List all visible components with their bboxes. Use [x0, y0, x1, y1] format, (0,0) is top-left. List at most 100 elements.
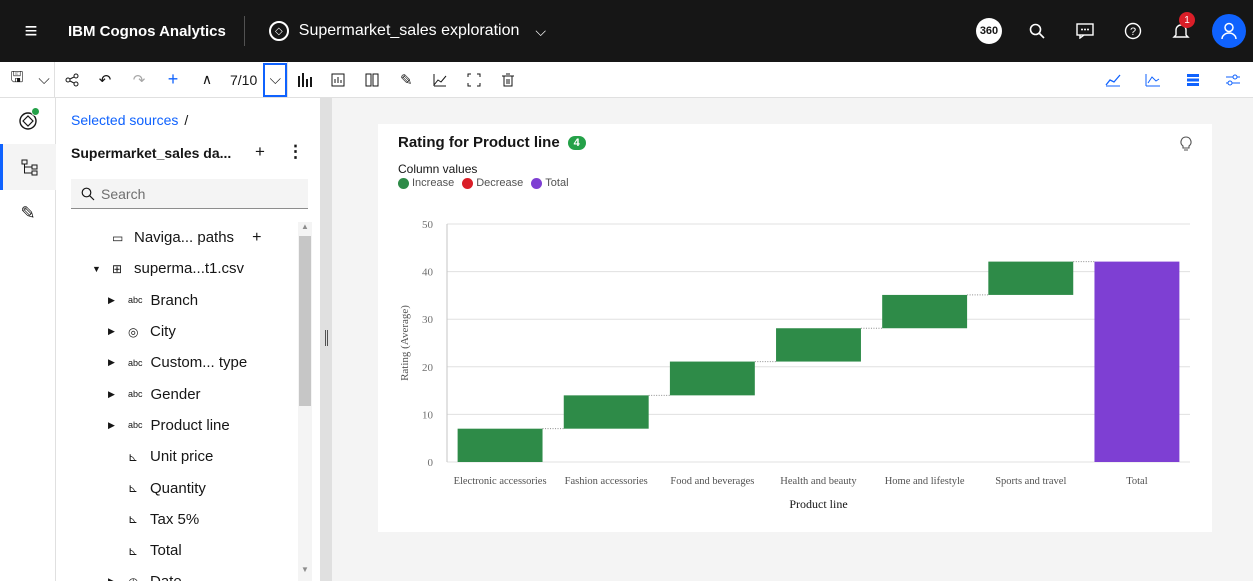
- save-icon[interactable]: 🖫: [0, 62, 34, 98]
- fields-icon[interactable]: [321, 62, 355, 98]
- search-icon[interactable]: [1013, 0, 1061, 62]
- text-field-icon: abc: [128, 389, 143, 400]
- visualization-type-icon[interactable]: [287, 61, 321, 98]
- tree-item-label: Branch: [150, 291, 199, 309]
- tree-scrollbar[interactable]: ▲ ▼: [298, 222, 312, 581]
- tree-item[interactable]: ▶ abc Branch: [56, 285, 298, 316]
- tree-item-label: Naviga... paths: [134, 229, 235, 247]
- tree-item[interactable]: ▭ Naviga... paths +: [56, 222, 298, 253]
- caret-down-icon[interactable]: ▼: [92, 264, 102, 274]
- text-field-icon: abc: [128, 295, 143, 306]
- main-toolbar: 🖫 ⌵ ↶ ↷ + ∧ 7/10 ⌵ ✎: [0, 61, 1253, 98]
- user-menu[interactable]: [1205, 0, 1253, 62]
- add-card-icon[interactable]: +: [156, 62, 190, 98]
- add-source-icon[interactable]: +: [255, 142, 265, 162]
- insights-icon[interactable]: [1093, 62, 1133, 98]
- tree-item[interactable]: ▶ ◎ City: [56, 316, 298, 347]
- help-icon[interactable]: ?: [1109, 0, 1157, 62]
- tree-item[interactable]: ⊾ Quantity: [56, 472, 298, 503]
- increase-bar[interactable]: [563, 395, 649, 429]
- visualization-card[interactable]: Rating for Product line 4 Column values …: [378, 124, 1212, 532]
- card-page-indicator: 7/10: [230, 71, 258, 88]
- pin-icon[interactable]: ✎: [389, 62, 423, 98]
- x-tick-label: Home and lifestyle: [885, 476, 965, 487]
- card-list-chevron-icon[interactable]: ⌵: [263, 62, 288, 97]
- tree-item-label: City: [150, 323, 176, 341]
- search-input[interactable]: [101, 185, 291, 202]
- x-tick-label: Sports and travel: [995, 476, 1066, 487]
- save-menu-chevron-icon[interactable]: ⌵: [34, 62, 54, 98]
- total-bar[interactable]: [1094, 261, 1180, 462]
- data-tree-icon[interactable]: [0, 144, 56, 190]
- pins-icon[interactable]: ✎: [0, 190, 56, 236]
- tree-item[interactable]: ⊾ Total: [56, 535, 298, 566]
- tree-item[interactable]: ▶ abc Gender: [56, 378, 298, 409]
- x-axis-title: Product line: [789, 497, 847, 511]
- breadcrumb-separator: /: [184, 112, 189, 128]
- scrollbar-thumb[interactable]: [299, 236, 311, 406]
- y-tick-label: 30: [422, 314, 434, 326]
- breadcrumb-selected-sources[interactable]: Selected sources: [71, 112, 178, 128]
- increase-bar[interactable]: [988, 261, 1074, 295]
- measure-icon: ⊾: [128, 512, 139, 527]
- delete-icon[interactable]: [491, 62, 525, 98]
- tree-item[interactable]: ⊾ Tax 5%: [56, 504, 298, 535]
- scroll-down-icon[interactable]: ▼: [298, 565, 312, 577]
- y-tick-label: 0: [428, 457, 434, 469]
- splitter-grip-icon[interactable]: [325, 330, 328, 346]
- breadcrumb: Selected sources /: [71, 112, 188, 128]
- tree-item[interactable]: ▶ abc Custom... type: [56, 347, 298, 378]
- compare-icon[interactable]: [355, 62, 389, 98]
- tree-item-label: Tax 5%: [150, 510, 200, 528]
- notifications-bell-icon[interactable]: 1: [1157, 0, 1205, 62]
- tree-item[interactable]: ▶ abc Product line: [56, 410, 298, 441]
- caret-right-icon[interactable]: ▶: [108, 357, 118, 368]
- increase-bar[interactable]: [669, 361, 755, 396]
- caret-right-icon[interactable]: ▶: [108, 295, 118, 306]
- 360-button[interactable]: 360: [965, 0, 1013, 62]
- tree-item[interactable]: ▶ ◷ Date: [56, 566, 298, 581]
- x-tick-label: Total: [1126, 476, 1148, 487]
- undo-icon[interactable]: ↶: [88, 62, 122, 98]
- svg-text:?: ?: [1130, 26, 1136, 38]
- document-switcher[interactable]: ◇ Supermarket_sales exploration ⌵: [245, 21, 546, 41]
- search-icon: [81, 187, 95, 200]
- notifications-badge: 1: [1179, 12, 1195, 28]
- measure-icon: ⊾: [128, 543, 139, 558]
- tree-item[interactable]: ▼ ⊞ superma...t1.csv: [56, 253, 298, 284]
- caret-right-icon[interactable]: ▶: [108, 389, 118, 400]
- exploration-icon: ◇: [268, 21, 289, 41]
- increase-bar[interactable]: [457, 428, 543, 462]
- data-sources-icon[interactable]: [0, 98, 56, 144]
- panel-splitter[interactable]: [320, 98, 332, 581]
- previous-card-icon[interactable]: ∧: [190, 62, 224, 98]
- scroll-up-icon[interactable]: ▲: [298, 222, 312, 234]
- y-tick-label: 20: [422, 362, 434, 374]
- caret-right-icon[interactable]: ▶: [108, 420, 118, 431]
- share-icon[interactable]: [54, 61, 88, 98]
- redo-icon[interactable]: ↷: [122, 62, 156, 98]
- app-name-bold: IBM Cognos Analytics: [68, 22, 226, 40]
- settings-sliders-icon[interactable]: [1213, 62, 1253, 98]
- properties-panel-icon[interactable]: [1173, 62, 1213, 98]
- tree-item-label: Gender: [150, 385, 201, 403]
- folder-icon: ▭: [112, 230, 124, 245]
- assistant-chat-icon[interactable]: [1061, 0, 1109, 62]
- increase-bar[interactable]: [882, 294, 968, 329]
- caret-right-icon[interactable]: ▶: [108, 326, 118, 337]
- tree-item[interactable]: ⊾ Unit price: [56, 441, 298, 472]
- caret-right-icon[interactable]: ▶: [108, 576, 118, 581]
- measure-icon: ⊾: [128, 481, 139, 496]
- data-tree: ▭ Naviga... paths + ▼ ⊞ superma...t1.csv ▶ abc B…: [56, 222, 298, 581]
- tree-item-label: Custom... type: [150, 354, 248, 372]
- chevron-down-icon: ⌵: [535, 22, 546, 39]
- hamburger-menu-icon[interactable]: ≡: [0, 0, 62, 62]
- increase-bar[interactable]: [776, 328, 861, 362]
- table-icon: ⊞: [112, 261, 123, 276]
- analytics-icon[interactable]: [1133, 62, 1173, 98]
- overflow-menu-icon[interactable]: ⋮: [287, 142, 304, 162]
- forecast-icon[interactable]: [423, 62, 457, 98]
- add-path-icon[interactable]: +: [252, 229, 261, 247]
- focus-icon[interactable]: [457, 62, 491, 98]
- tree-item-label: superma...t1.csv: [134, 260, 245, 278]
